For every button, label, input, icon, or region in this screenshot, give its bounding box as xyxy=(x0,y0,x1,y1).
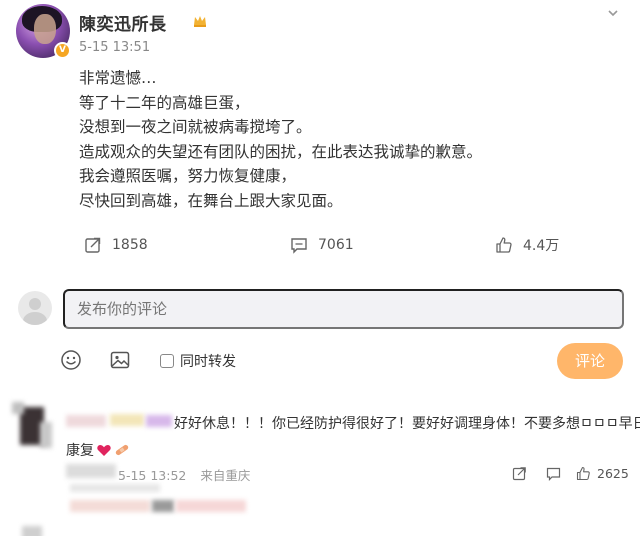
user-avatar[interactable] xyxy=(18,291,52,325)
comment-composer xyxy=(18,289,624,333)
repost-toggle[interactable]: 同时转发 xyxy=(160,351,236,371)
post-header: V 陳奕迅所長 5-15 13:51 xyxy=(16,4,624,64)
submit-comment-button[interactable]: 评论 xyxy=(557,343,623,379)
comment-icon xyxy=(291,238,307,254)
post-line: 尽快回到高雄，在舞台上跟大家见面。 xyxy=(79,191,343,210)
verified-badge-icon: V xyxy=(54,42,71,59)
comment-text-continued: 康复 xyxy=(66,440,130,460)
post-line: 等了十二年的高雄巨蛋， xyxy=(79,93,250,112)
share-icon xyxy=(85,237,101,253)
comment-share-button[interactable] xyxy=(512,464,527,482)
heart-emoji-icon xyxy=(97,445,111,456)
post-line: 没想到一夜之间就被病毒搅垮了。 xyxy=(79,118,312,136)
commenter-avatar[interactable] xyxy=(22,526,42,536)
comment-meta: 5-15 13:52 来自重庆 xyxy=(118,465,264,484)
comment-like-count: 2625 xyxy=(597,465,629,481)
emoji-icon[interactable] xyxy=(60,349,82,371)
bandage-emoji-icon xyxy=(115,444,129,456)
crown-icon xyxy=(194,16,206,27)
share-icon xyxy=(512,466,526,480)
post-line: 我会遵照医嘱，努力恢复健康， xyxy=(79,167,297,185)
post-line: 非常遗憾… xyxy=(79,69,157,87)
comment-time: 5-15 13:52 xyxy=(118,468,187,483)
thumbs-up-icon xyxy=(496,237,512,253)
chevron-down-icon[interactable] xyxy=(606,6,620,20)
comment-input[interactable] xyxy=(63,289,624,329)
comment-item-next xyxy=(0,500,640,536)
post-timestamp[interactable]: 5-15 13:51 xyxy=(79,40,150,55)
composer-toolbar: 同时转发 评论 xyxy=(0,343,640,379)
comment-icon xyxy=(546,467,561,481)
comment-reply-button[interactable] xyxy=(546,464,561,482)
repost-checkbox[interactable] xyxy=(160,354,174,368)
comment-count: 7061 xyxy=(318,237,354,253)
comment-text: 好好休息！！！你已经防护得很好了！要好好调理身体！不要多想ㅁㅁㅁ早日 xyxy=(174,416,640,432)
comment-text-end: 康复 xyxy=(66,443,94,459)
commenter-name[interactable] xyxy=(66,415,106,427)
thumbs-up-icon xyxy=(576,466,590,480)
like-count: 4.4万 xyxy=(523,238,560,254)
repost-button[interactable]: 1858 xyxy=(84,232,148,258)
post-line: 造成观众的失望还有团队的困扰，在此表达我诚挚的歉意。 xyxy=(79,142,483,161)
post-actions: 1858 7061 4.4万 xyxy=(0,232,640,258)
comment-like-button[interactable]: 2625 xyxy=(576,464,629,482)
comment-item: 好好休息！！！你已经防护得很好了！要好好调理身体！不要多想ㅁㅁㅁ早日 康复 5-… xyxy=(0,392,640,492)
comment-button[interactable]: 7061 xyxy=(290,232,354,258)
author-name[interactable]: 陳奕迅所長 xyxy=(79,10,167,35)
repost-count: 1858 xyxy=(112,237,148,253)
image-icon[interactable] xyxy=(109,349,131,371)
comment-source: 来自重庆 xyxy=(200,468,251,483)
repost-toggle-label: 同时转发 xyxy=(180,354,236,370)
post-body: 非常遗憾… 等了十二年的高雄巨蛋， 没想到一夜之间就被病毒搅垮了。 造成观众的失… xyxy=(79,66,619,213)
like-button[interactable]: 4.4万 xyxy=(495,232,559,258)
